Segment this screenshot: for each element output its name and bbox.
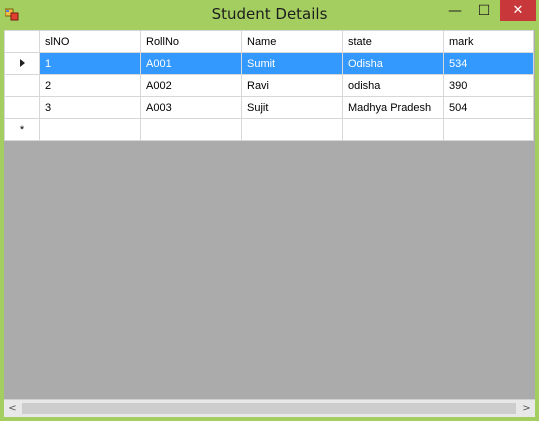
horizontal-scrollbar[interactable]: < > bbox=[4, 399, 535, 417]
cell-state[interactable] bbox=[342, 118, 444, 141]
cell-state[interactable]: Madhya Pradesh bbox=[342, 96, 444, 119]
scroll-left-button[interactable]: < bbox=[4, 400, 21, 417]
table-row[interactable]: 3 A003 Sujit Madhya Pradesh 504 bbox=[4, 96, 534, 119]
column-header-slno[interactable]: slNO bbox=[39, 30, 141, 53]
table-row[interactable]: 2 A002 Ravi odisha 390 bbox=[4, 74, 534, 97]
new-row[interactable]: * bbox=[4, 118, 534, 141]
new-row-star-icon: * bbox=[19, 123, 25, 136]
cell-state[interactable]: odisha bbox=[342, 74, 444, 97]
row-header[interactable] bbox=[4, 52, 40, 75]
student-table[interactable]: slNO RollNo Name state mark 1 A001 Sumit… bbox=[4, 30, 534, 141]
cell-rollno[interactable]: A002 bbox=[140, 74, 242, 97]
window: Student Details — ☐ ✕ slNO RollNo Name s… bbox=[0, 0, 539, 421]
cell-mark[interactable] bbox=[443, 118, 534, 141]
cell-name[interactable]: Sujit bbox=[241, 96, 343, 119]
cell-name[interactable]: Sumit bbox=[241, 52, 343, 75]
cell-slno[interactable]: 3 bbox=[39, 96, 141, 119]
cell-rollno[interactable]: A003 bbox=[140, 96, 242, 119]
column-header-name[interactable]: Name bbox=[241, 30, 343, 53]
cell-rollno[interactable]: A001 bbox=[140, 52, 242, 75]
cell-name[interactable]: Ravi bbox=[241, 74, 343, 97]
close-button[interactable]: ✕ bbox=[500, 0, 536, 21]
header-row: slNO RollNo Name state mark bbox=[4, 30, 534, 53]
cell-mark[interactable]: 534 bbox=[443, 52, 534, 75]
row-header[interactable] bbox=[4, 96, 40, 119]
maximize-button[interactable]: ☐ bbox=[470, 0, 498, 21]
cell-mark[interactable]: 504 bbox=[443, 96, 534, 119]
column-header-state[interactable]: state bbox=[342, 30, 444, 53]
cell-mark[interactable]: 390 bbox=[443, 74, 534, 97]
current-row-arrow-icon bbox=[19, 58, 25, 67]
cell-name[interactable] bbox=[241, 118, 343, 141]
row-header[interactable]: * bbox=[4, 118, 40, 141]
column-header-mark[interactable]: mark bbox=[443, 30, 534, 53]
datagridview[interactable]: slNO RollNo Name state mark 1 A001 Sumit… bbox=[4, 30, 535, 417]
cell-slno[interactable] bbox=[39, 118, 141, 141]
cell-rollno[interactable] bbox=[140, 118, 242, 141]
scroll-right-button[interactable]: > bbox=[518, 400, 535, 417]
table-row[interactable]: 1 A001 Sumit Odisha 534 bbox=[4, 52, 534, 75]
cell-state[interactable]: Odisha bbox=[342, 52, 444, 75]
scrollbar-thumb[interactable] bbox=[22, 403, 516, 414]
cell-slno[interactable]: 2 bbox=[39, 74, 141, 97]
cell-slno[interactable]: 1 bbox=[39, 52, 141, 75]
title-bar[interactable]: Student Details — ☐ ✕ bbox=[0, 0, 539, 30]
minimize-button[interactable]: — bbox=[440, 0, 470, 21]
row-header[interactable] bbox=[4, 74, 40, 97]
top-left-header-cell[interactable] bbox=[4, 30, 40, 53]
column-header-rollno[interactable]: RollNo bbox=[140, 30, 242, 53]
